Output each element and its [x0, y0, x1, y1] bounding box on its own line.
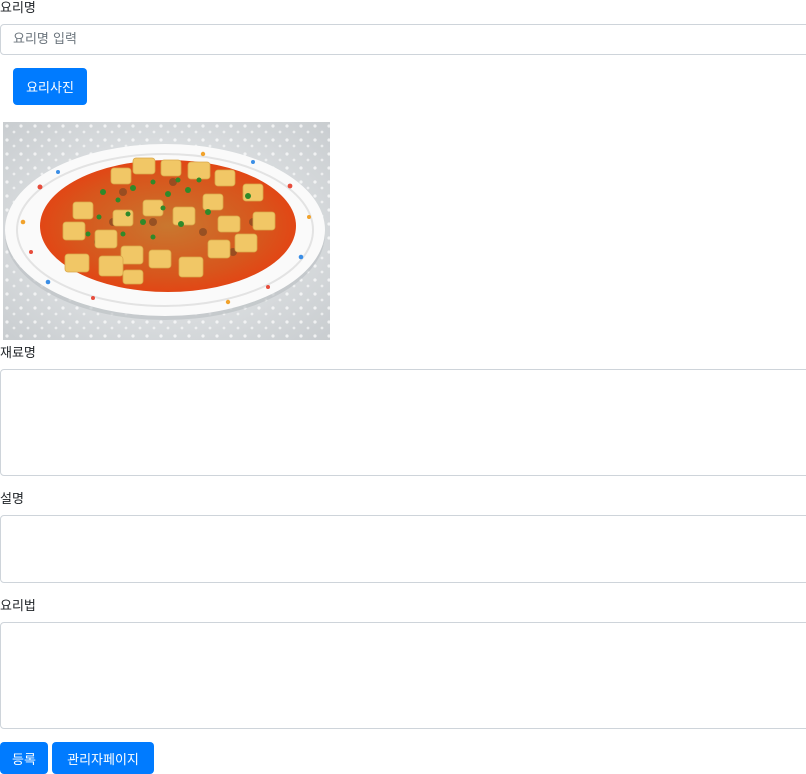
description-textarea[interactable] — [0, 515, 806, 583]
dish-name-input[interactable] — [0, 24, 806, 55]
dish-name-label: 요리명 — [0, 1, 36, 16]
recipe-label: 요리법 — [0, 599, 36, 614]
description-label: 설명 — [0, 492, 24, 507]
ingredients-label: 재료명 — [0, 346, 36, 361]
admin-page-button[interactable]: 관리자페이지 — [52, 742, 154, 774]
recipe-textarea[interactable] — [0, 622, 806, 729]
dish-photo-button[interactable]: 요리사진 — [13, 68, 87, 105]
dish-photo — [3, 122, 330, 340]
ingredients-textarea[interactable] — [0, 369, 806, 476]
register-button[interactable]: 등록 — [0, 742, 48, 774]
